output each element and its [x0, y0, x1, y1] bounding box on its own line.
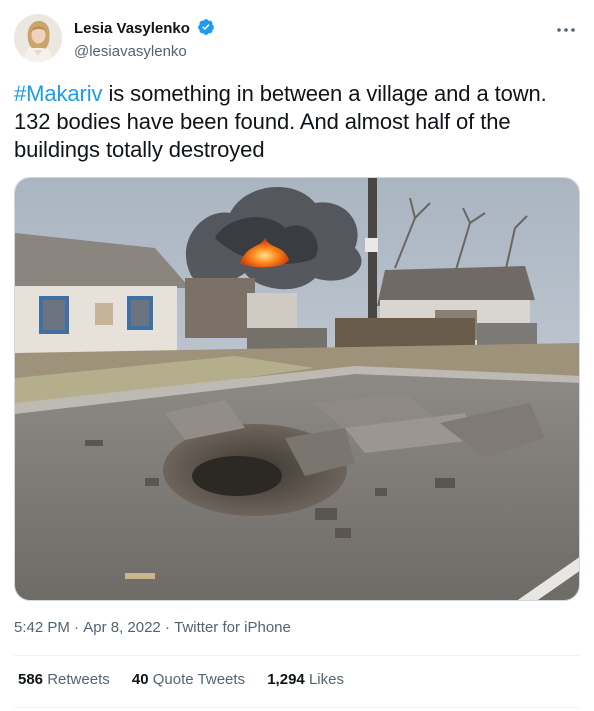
tweet-meta: 5:42 PM · Apr 8, 2022 · Twitter for iPho…: [14, 619, 291, 636]
retweets-count: 586: [18, 671, 44, 688]
hashtag-link[interactable]: #Makariv: [14, 81, 103, 106]
author-display-name[interactable]: Lesia Vasylenko: [74, 19, 190, 39]
verified-badge-icon: [197, 18, 215, 41]
divider: [14, 707, 580, 708]
author-info: Lesia Vasylenko @lesiavasylenko: [74, 18, 215, 62]
quote-tweets-label: Quote Tweets: [152, 671, 246, 688]
tweet-card: Lesia Vasylenko @lesiavasylenko #Makariv…: [0, 0, 594, 711]
likes-count: 1,294: [267, 671, 305, 688]
tweet-source[interactable]: Twitter for iPhone: [174, 619, 291, 636]
quote-tweets-stat[interactable]: 40 Quote Tweets: [132, 671, 245, 688]
tweet-time[interactable]: 5:42 PM: [14, 619, 70, 636]
tweet-text-line-1: #Makariv is something in between a villa…: [14, 80, 584, 108]
author-handle[interactable]: @lesiavasylenko: [74, 42, 215, 62]
retweets-stat[interactable]: 586 Retweets: [18, 671, 110, 688]
tweet-text: #Makariv is something in between a villa…: [14, 80, 584, 164]
retweets-label: Retweets: [47, 671, 110, 688]
tweet-text-line-2: 132 bodies have been found. And almost h…: [14, 109, 511, 134]
tweet-photo[interactable]: [14, 177, 580, 601]
tweet-text-line-3: buildings totally destroyed: [14, 137, 265, 162]
meta-separator: ·: [69, 619, 84, 636]
more-options-icon[interactable]: [554, 18, 578, 42]
quote-tweets-count: 40: [131, 671, 149, 688]
likes-label: Likes: [308, 671, 344, 688]
likes-stat[interactable]: 1,294 Likes: [267, 671, 344, 688]
tweet-date[interactable]: Apr 8, 2022: [83, 619, 161, 636]
tweet-stats: 586 Retweets 40 Quote Tweets 1,294 Likes: [18, 671, 362, 688]
avatar[interactable]: [14, 14, 62, 62]
tweet-header: Lesia Vasylenko @lesiavasylenko: [14, 14, 580, 66]
divider: [14, 655, 580, 656]
meta-separator: ·: [160, 619, 175, 636]
tweet-text-fragment: is something in between a village and a …: [102, 81, 547, 106]
